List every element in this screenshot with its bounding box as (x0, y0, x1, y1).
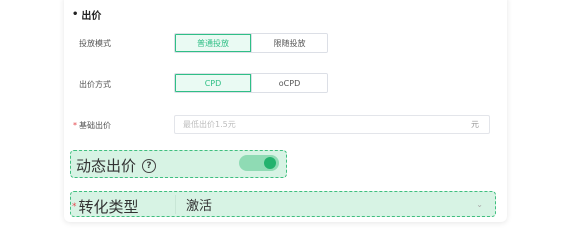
dynamic-bid-toggle[interactable] (239, 155, 279, 171)
base-bid-placeholder: 最低出价1.5元 (183, 120, 236, 129)
conversion-type-required-mark: * (72, 201, 77, 212)
section-title: • 出价 (72, 6, 101, 22)
chevron-down-icon: ⌄ (476, 200, 483, 209)
conversion-type-value: 激活 (186, 199, 213, 214)
conversion-type-label: 转化类型 (78, 198, 139, 216)
delivery-mode-segment: 普通投放 限随投放 (174, 33, 328, 53)
section-title-text: 出价 (81, 10, 102, 22)
toggle-knob (264, 157, 276, 169)
base-bid-label-row: * 基础出价 (73, 120, 111, 131)
base-bid-required-mark: * (73, 121, 77, 130)
conversion-type-select[interactable]: 激活 ⌄ (175, 195, 491, 214)
conversion-type-label-row: * 转化类型 (72, 196, 139, 217)
base-bid-input[interactable]: 最低出价1.5元 元 (174, 115, 490, 134)
delivery-mode-option-limited[interactable]: 限随投放 (251, 34, 327, 52)
section-bullet: • (72, 8, 79, 20)
bid-method-label: 出价方式 (79, 80, 111, 89)
delivery-mode-label: 投放模式 (79, 39, 111, 48)
bid-method-option-cpd[interactable]: CPD (175, 74, 251, 92)
question-circle-icon[interactable]: ? (142, 158, 157, 173)
delivery-mode-option-normal[interactable]: 普通投放 (175, 34, 251, 52)
bid-method-option-ocpd[interactable]: oCPD (251, 74, 327, 92)
base-bid-label: 基础出价 (79, 121, 111, 130)
dynamic-bid-label-row: 动态出价 ? (76, 155, 157, 176)
bid-method-segment: CPD oCPD (174, 73, 328, 93)
base-bid-unit: 元 (471, 120, 479, 129)
dynamic-bid-label: 动态出价 (76, 157, 137, 175)
